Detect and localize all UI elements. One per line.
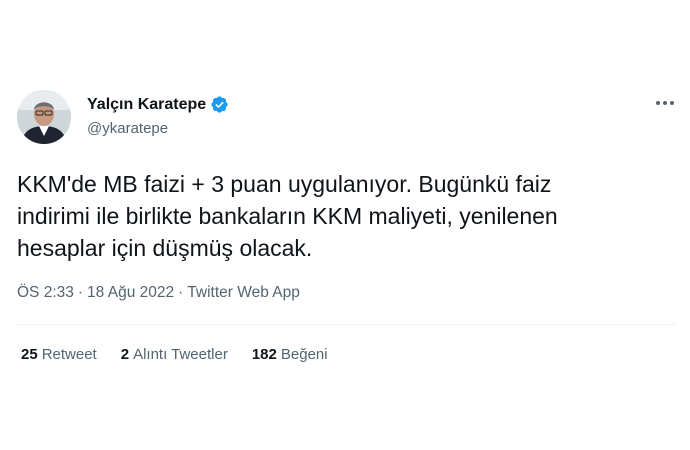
author-name-row: Yalçın Karatepe — [87, 95, 229, 114]
likes-label: Beğeni — [280, 346, 328, 363]
tweet-text: KKM'de MB faizi + 3 puan uygulanıyor. Bu… — [17, 171, 558, 261]
likes-stat[interactable]: 182 Beğeni — [252, 346, 328, 363]
meta-separator: · — [77, 284, 84, 301]
retweets-label: Retweet — [41, 346, 97, 363]
tweet-card: Yalçın Karatepe @ykaratepe KKM'de MB fai… — [0, 0, 690, 450]
retweets-stat[interactable]: 25 Retweet — [21, 346, 97, 363]
dot — [663, 101, 667, 105]
quotes-stat[interactable]: 2 Alıntı Tweetler — [121, 346, 228, 363]
avatar-image — [17, 90, 71, 144]
divider — [17, 324, 677, 325]
tweet-source[interactable]: Twitter Web App — [187, 284, 300, 302]
likes-count: 182 — [251, 346, 277, 363]
author-handle[interactable]: @ykaratepe — [87, 120, 168, 137]
more-options-icon[interactable] — [652, 93, 678, 113]
dot — [656, 101, 660, 105]
quotes-label: Alıntı Tweetler — [133, 346, 228, 363]
author-name[interactable]: Yalçın Karatepe — [87, 96, 206, 114]
quotes-count: 2 — [120, 346, 130, 363]
tweet-meta: ÖS 2:33 · 18 Ağu 2022 · Twitter Web App — [17, 284, 300, 302]
dot — [670, 101, 674, 105]
tweet-date[interactable]: 18 Ağu 2022 — [87, 284, 174, 302]
verified-badge-icon — [210, 95, 229, 114]
meta-separator: · — [178, 284, 184, 301]
avatar[interactable] — [17, 90, 71, 144]
tweet-time[interactable]: ÖS 2:33 — [17, 284, 74, 302]
tweet-stats: 25 Retweet 2 Alıntı Tweetler 182 Beğeni — [21, 346, 352, 363]
retweets-count: 25 — [21, 346, 38, 363]
